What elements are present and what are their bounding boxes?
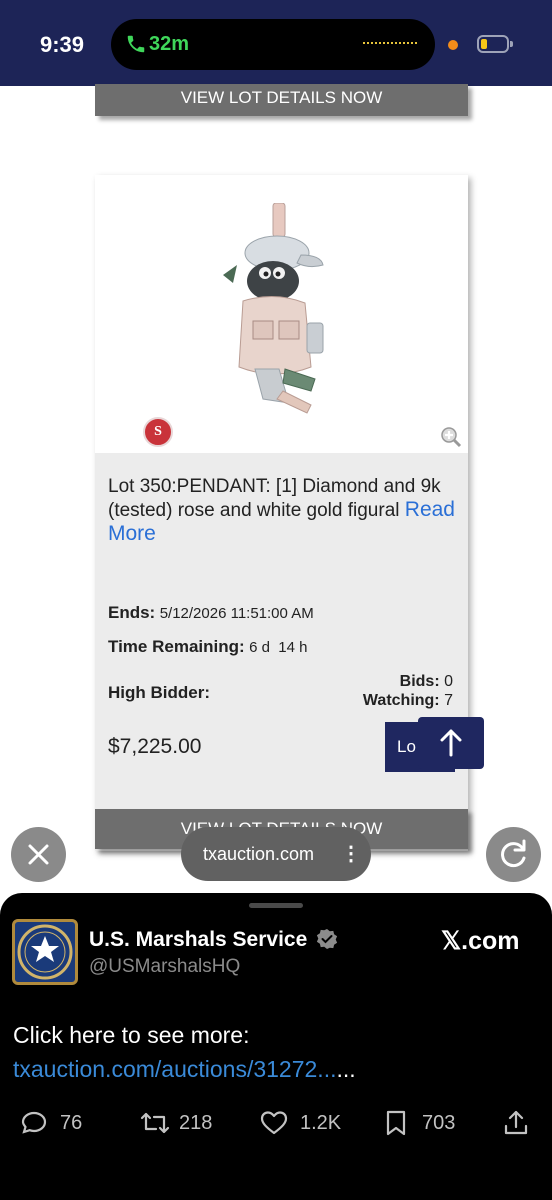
tweet-link[interactable]: txauction.com/auctions/31272... — [13, 1056, 336, 1082]
battery-icon — [477, 35, 509, 53]
more-vertical-icon[interactable]: ⋮ — [341, 827, 361, 881]
account-handle[interactable]: @USMarshalsHQ — [89, 956, 240, 978]
reply-count: 76 — [60, 1112, 83, 1134]
arrow-up-icon — [440, 729, 462, 757]
current-price: $7,225.00 — [108, 735, 202, 758]
lot-title: Lot 350:PENDANT: [1] Diamond and 9k (tes… — [108, 475, 458, 546]
bids-value: 0 — [444, 673, 453, 690]
view-lot-details-button-top[interactable]: VIEW LOT DETAILS NOW — [95, 84, 468, 116]
high-bidder-label: High Bidder: — [108, 683, 210, 702]
call-duration: 32m — [149, 33, 190, 55]
gs-logo: S — [143, 417, 173, 447]
close-icon — [28, 844, 49, 865]
audio-wave-icon — [363, 42, 417, 45]
tweet-text: Click here to see more: txauction.com/au… — [13, 1018, 533, 1086]
heart-icon — [260, 1111, 288, 1135]
bids-row: Bids: 0 — [400, 673, 453, 691]
phone-icon — [127, 35, 145, 53]
reload-button[interactable] — [486, 827, 541, 882]
ends-row: Ends: 5/12/2026 11:51:00 AM — [108, 603, 314, 623]
watching-label: Watching: — [362, 692, 440, 709]
tweet-sheet: U.S. Marshals Service @USMarshalsHQ 𝕏.co… — [0, 893, 552, 1200]
verified-badge-icon — [316, 929, 338, 949]
close-browser-button[interactable] — [11, 827, 66, 882]
high-bidder-row: High Bidder: — [108, 683, 210, 703]
bids-label: Bids: — [399, 673, 440, 690]
status-bar: 9:39 32m — [0, 0, 552, 86]
time-remaining-label: Time Remaining: — [108, 637, 245, 656]
like-count: 1.2K — [300, 1112, 342, 1134]
time-remaining-value: 6 d 14 h — [249, 639, 308, 656]
ends-value: 5/12/2026 11:51:00 AM — [159, 605, 314, 622]
bookmark-count: 703 — [422, 1112, 456, 1134]
pendant-image — [223, 203, 324, 414]
repost-count: 218 — [179, 1112, 213, 1134]
bookmark-icon — [386, 1110, 406, 1136]
lot-image[interactable]: S — [95, 175, 468, 453]
tweet-text-suffix: ... — [336, 1056, 356, 1082]
tweet-actions: 76 218 1.2K 703 — [0, 1105, 552, 1145]
scroll-to-top-button[interactable] — [418, 717, 484, 769]
url-text: txauction.com — [203, 844, 315, 864]
reply-icon — [21, 1111, 47, 1134]
repost-icon — [140, 1112, 170, 1134]
zoom-icon[interactable] — [439, 425, 463, 449]
reload-icon — [501, 839, 526, 868]
battery-tip — [510, 41, 513, 47]
dynamic-island-call[interactable]: 32m — [111, 19, 435, 70]
tweet-text-prefix: Click here to see more: — [13, 1022, 250, 1048]
lot-card: S Lot 350:PENDANT: [1] Diamond and 9k (t… — [95, 175, 468, 851]
status-time: 9:39 — [40, 32, 85, 57]
avatar[interactable] — [12, 919, 78, 985]
sheet-handle[interactable] — [249, 903, 303, 908]
time-remaining-row: Time Remaining: 6 d 14 h — [108, 637, 308, 657]
account-name[interactable]: U.S. Marshals Service — [89, 928, 307, 952]
marshals-seal-icon — [17, 924, 73, 980]
watching-row: Watching: 7 — [363, 692, 453, 710]
lot-title-text: Lot 350:PENDANT: [1] Diamond and 9k (tes… — [108, 476, 441, 521]
x-com-link[interactable]: 𝕏.com — [441, 926, 520, 956]
mic-indicator-icon — [448, 40, 458, 50]
watching-value: 7 — [444, 692, 453, 709]
url-bar[interactable]: txauction.com ⋮ — [181, 827, 371, 881]
share-icon — [504, 1110, 528, 1135]
ends-label: Ends: — [108, 603, 156, 622]
